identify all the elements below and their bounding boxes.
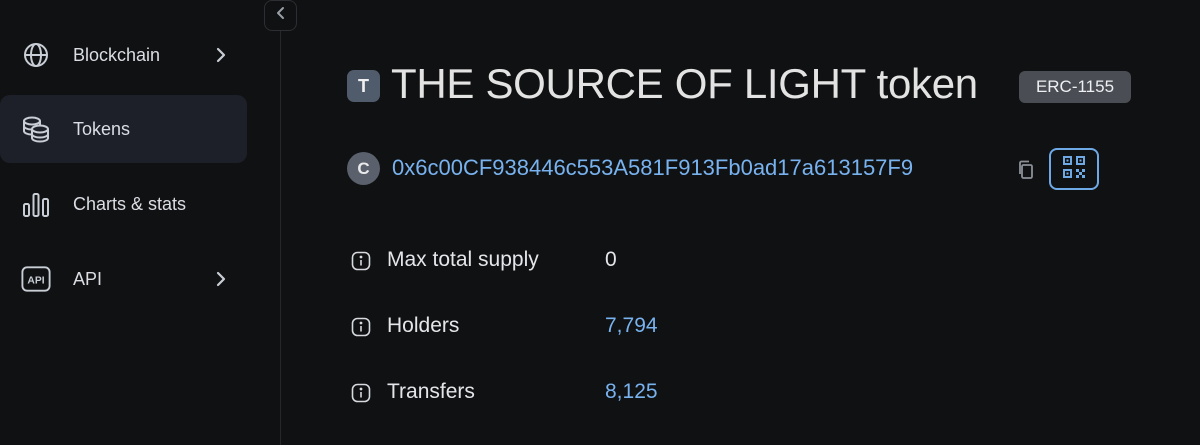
main-content: T THE SOURCE OF LIGHT token ERC-1155 C 0… xyxy=(282,0,1200,445)
detail-label: Max total supply xyxy=(387,248,539,271)
copy-icon[interactable] xyxy=(1015,159,1037,181)
chevron-right-icon xyxy=(212,46,230,64)
qr-code-button[interactable] xyxy=(1049,148,1099,190)
chevron-left-icon xyxy=(275,5,287,26)
sidebar-item-api[interactable]: API API xyxy=(0,245,247,313)
chevron-right-icon xyxy=(212,270,230,288)
api-icon: API xyxy=(21,264,51,294)
detail-label: Transfers xyxy=(387,380,475,403)
coins-icon xyxy=(21,114,51,144)
info-icon[interactable] xyxy=(350,250,372,272)
detail-label: Holders xyxy=(387,314,460,337)
transfers-link[interactable]: 8,125 xyxy=(605,380,658,404)
sidebar-item-blockchain[interactable]: Blockchain xyxy=(0,21,247,89)
svg-text:API: API xyxy=(27,276,44,287)
sidebar-item-label: Tokens xyxy=(73,118,131,139)
globe-icon xyxy=(21,40,51,70)
sidebar-item-label: Blockchain xyxy=(73,44,161,65)
token-icon: T xyxy=(347,70,380,102)
bar-chart-icon xyxy=(21,189,51,219)
sidebar-item-tokens[interactable]: Tokens xyxy=(0,95,247,163)
detail-row-max-total-supply: Max total supply 0 xyxy=(350,246,750,276)
sidebar: Blockchain Tokens Charts & stats API API xyxy=(0,0,281,445)
holders-link[interactable]: 7,794 xyxy=(605,314,658,338)
token-standard-badge: ERC-1155 xyxy=(1019,71,1131,103)
contract-address-link[interactable]: 0x6c00CF938446c553A581F913Fb0ad17a613157… xyxy=(392,155,913,181)
info-icon[interactable] xyxy=(350,382,372,404)
detail-value: 0 xyxy=(605,248,617,271)
contract-avatar: C xyxy=(347,152,380,185)
qr-code-icon xyxy=(1061,154,1087,185)
sidebar-collapse-button[interactable] xyxy=(264,0,297,31)
sidebar-item-charts-stats[interactable]: Charts & stats xyxy=(0,170,247,238)
sidebar-item-label: API xyxy=(73,268,103,289)
detail-row-transfers: Transfers 8,125 xyxy=(350,378,750,408)
info-icon[interactable] xyxy=(350,316,372,338)
page-title: THE SOURCE OF LIGHT token xyxy=(391,60,978,107)
sidebar-item-label: Charts & stats xyxy=(73,193,187,214)
detail-row-holders: Holders 7,794 xyxy=(350,312,750,342)
